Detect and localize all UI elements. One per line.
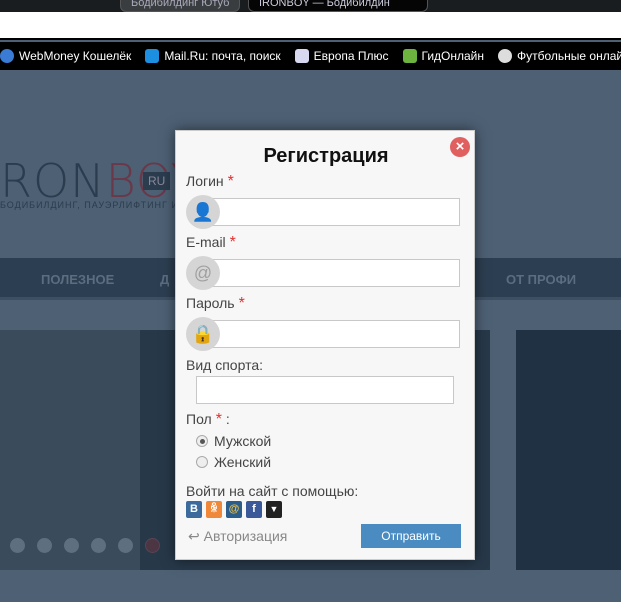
bookmark-label: ГидОнлайн: [421, 49, 485, 63]
browser-tab-active[interactable]: IRONBOY — Бодибилдин: [248, 0, 428, 12]
vk-icon[interactable]: B: [186, 501, 202, 518]
submit-button[interactable]: Отправить: [361, 524, 461, 548]
sport-input[interactable]: [196, 376, 454, 404]
required-mark: *: [215, 411, 222, 428]
radio-label: Женский: [214, 454, 272, 470]
sport-label: Вид спорта:: [186, 357, 263, 373]
bookmarks-bar: WebMoney Кошелёк Mail.Ru: почта, поиск Е…: [0, 42, 621, 70]
at-icon: @: [186, 256, 220, 290]
odnoklassniki-icon[interactable]: ꆜ: [206, 501, 222, 518]
label-text: Пол: [186, 411, 212, 427]
modal-title: Регистрация: [263, 145, 389, 167]
radio-checked[interactable]: [196, 435, 208, 447]
gidonline-icon: [402, 49, 417, 63]
bookmark[interactable]: ГидОнлайн: [402, 49, 485, 63]
globe-icon: [0, 49, 14, 63]
gender-female-radio[interactable]: Женский: [196, 454, 271, 470]
email-label: E-mail *: [186, 234, 236, 252]
bookmark-label: Европа Плюс: [313, 49, 389, 63]
label-text: E-mail: [186, 234, 226, 250]
bookmark[interactable]: Европа Плюс: [294, 49, 389, 63]
bookmark-label: Футбольные онлай: [517, 49, 621, 63]
label-suffix: :: [225, 411, 230, 427]
mailru-icon[interactable]: @: [226, 501, 242, 518]
mailru-icon: [145, 49, 160, 63]
reply-icon: ↩: [188, 528, 200, 544]
gender-male-radio[interactable]: Мужской: [196, 433, 271, 449]
radio-unchecked[interactable]: [196, 456, 208, 468]
password-input[interactable]: [210, 320, 460, 348]
label-text: Пароль: [186, 295, 235, 311]
bookmark-label: Mail.Ru: почта, поиск: [164, 49, 281, 63]
bookmark[interactable]: WebMoney Кошелёк: [0, 49, 131, 63]
slider-dots: [10, 538, 160, 553]
social-login-icons: B ꆜ @ f ▼: [186, 501, 282, 518]
slider-image: [516, 330, 621, 570]
required-mark: *: [238, 295, 245, 312]
lock-icon: 🔒: [186, 317, 220, 351]
bookmark[interactable]: Mail.Ru: почта, поиск: [145, 49, 281, 63]
user-icon: 👤: [186, 195, 220, 229]
link-text: Авторизация: [203, 528, 288, 544]
login-label: Логин *: [186, 173, 234, 191]
authorization-link[interactable]: ↩ Авторизация: [188, 528, 287, 545]
slider-dot[interactable]: [10, 538, 25, 553]
logo-ru: RU: [143, 172, 171, 190]
slider-dot[interactable]: [37, 538, 52, 553]
slider-dot[interactable]: [64, 538, 79, 553]
registration-modal: × Регистрация Логин * 👤 E-mail * @ Пароль *…: [175, 130, 475, 560]
nav-item[interactable]: Д: [160, 272, 169, 287]
required-mark: *: [229, 234, 236, 251]
radio-label: Мужской: [214, 433, 272, 449]
slider-dot[interactable]: [91, 538, 106, 553]
password-label: Пароль *: [186, 295, 245, 313]
nav-item[interactable]: ОТ ПРОФИ: [506, 272, 576, 287]
email-input[interactable]: [210, 259, 460, 287]
europaplus-icon: [294, 49, 309, 63]
gender-label: Пол * :: [186, 411, 230, 429]
slider-image: [0, 330, 140, 570]
browser-tab-strip: Бодибилдинг Ютуб IRONBOY — Бодибилдин: [0, 0, 621, 12]
football-icon: [498, 49, 513, 63]
login-input[interactable]: [210, 198, 460, 226]
browser-tab[interactable]: Бодибилдинг Ютуб: [120, 0, 240, 12]
address-bar-area: [0, 12, 621, 40]
bookmark-label: WebMoney Кошелёк: [19, 49, 132, 63]
slider-dot[interactable]: [118, 538, 133, 553]
facebook-icon[interactable]: f: [246, 501, 262, 518]
bookmark[interactable]: Футбольные онлай: [498, 49, 621, 63]
slider-dot-active[interactable]: [145, 538, 160, 553]
more-icon[interactable]: ▼: [266, 501, 282, 518]
nav-item[interactable]: ПОЛЕЗНОЕ: [41, 272, 114, 287]
required-mark: *: [227, 173, 234, 190]
social-label: Войти на сайт с помощью:: [186, 483, 359, 499]
label-text: Логин: [186, 173, 224, 189]
